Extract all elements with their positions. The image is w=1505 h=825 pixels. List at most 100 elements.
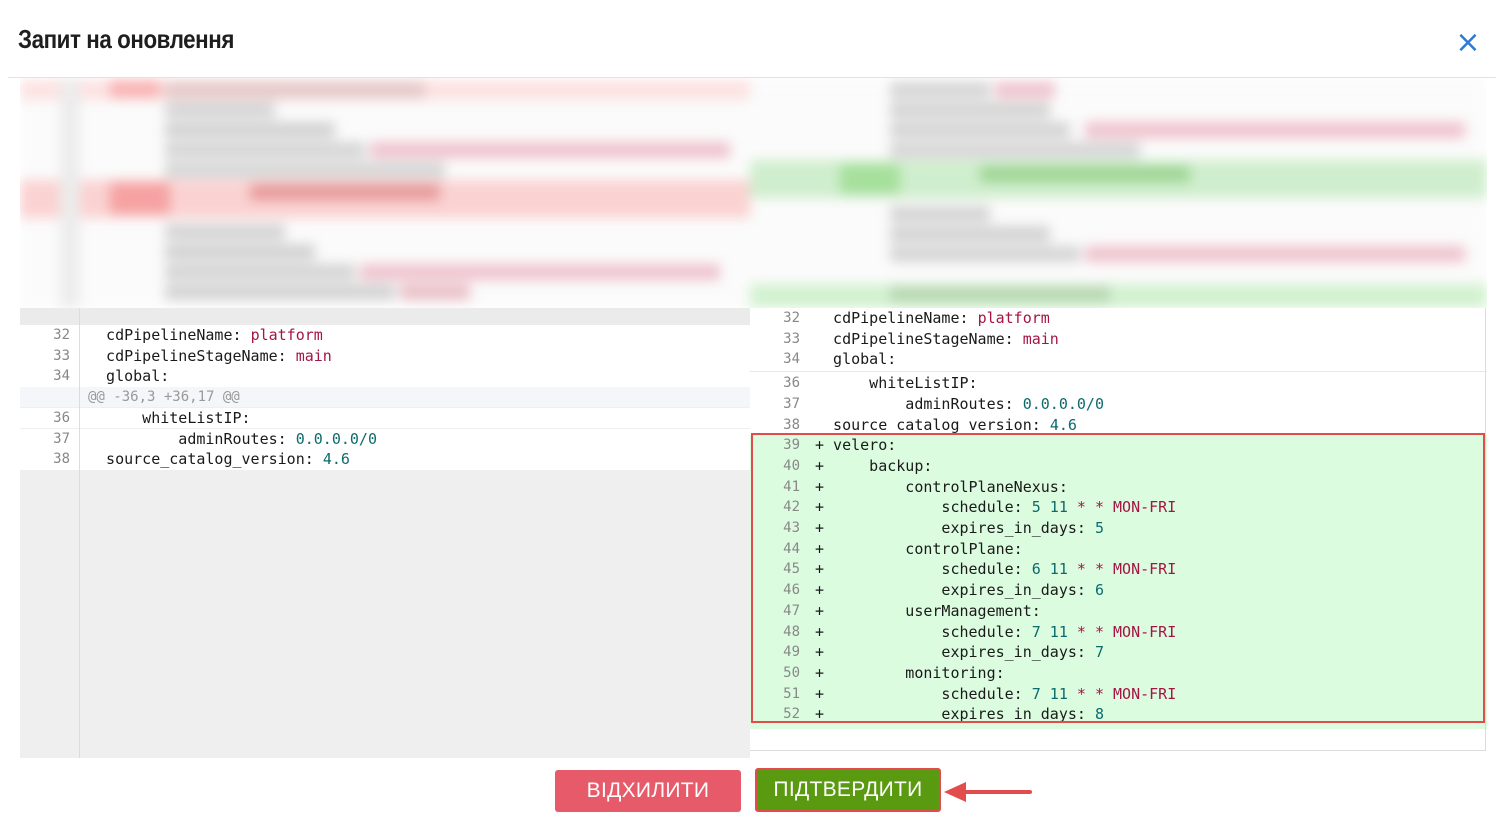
diff-line-added: 45 + schedule: 6 11 * * MON-FRI <box>750 559 1487 580</box>
code-text: + backup: <box>815 456 932 477</box>
diff-line-left: 32 cdPipelineName: platform <box>20 325 750 346</box>
diff-line-left: 34 global: <box>20 366 750 388</box>
line-number: 50 <box>783 664 800 681</box>
line-number: 37 <box>783 395 800 412</box>
code-text: + monitoring: <box>815 663 1005 684</box>
code-value: 6 <box>1094 581 1104 600</box>
code-value: 0.0.0.0/0 <box>1022 394 1104 413</box>
code-value: 7 <box>1094 643 1104 662</box>
code-text: + schedule: 7 11 * * MON-FRI <box>815 622 1176 643</box>
code-key: + monitoring: <box>815 663 1005 682</box>
code-text: whiteListIP: <box>815 373 978 394</box>
hunk-header: @@ -36,3 +36,17 @@ <box>20 387 750 408</box>
code-text: + velero: <box>815 435 896 456</box>
blurred-left-pane <box>20 78 750 308</box>
code-key: + expires_in_days: <box>815 643 1095 662</box>
code-key: cdPipelineName: <box>815 309 978 327</box>
code-value: * * <box>1067 560 1114 579</box>
code-value: 7 11 <box>1031 622 1068 641</box>
diff-line-added: 44 + controlPlane: <box>750 539 1487 560</box>
code-text: + expires_in_days: 5 <box>815 518 1104 539</box>
code-value: 7 11 <box>1031 684 1068 703</box>
diff-line-left: 36 whiteListIP: <box>20 407 750 429</box>
code-value: main <box>1022 329 1059 348</box>
code-value: 8 <box>1094 705 1104 724</box>
code-value: 5 <box>1094 519 1104 537</box>
code-key: adminRoutes: <box>88 429 296 448</box>
code-text: whiteListIP: <box>88 408 251 429</box>
code-key: + expires_in_days: <box>815 519 1095 537</box>
diff-line-added: 47 + userManagement: <box>750 601 1487 622</box>
code-key: + schedule: <box>815 622 1032 641</box>
code-text: + userManagement: <box>815 601 1041 622</box>
close-icon[interactable]: × <box>1453 28 1483 58</box>
diff-line-added: 50 + monitoring: <box>750 663 1487 684</box>
diff-line-added: 39 + velero: <box>750 435 1487 456</box>
code-text: + schedule: 7 11 * * MON-FRI <box>815 684 1176 705</box>
line-number: 47 <box>783 602 800 619</box>
code-text: + expires_in_days: 8 <box>815 704 1104 725</box>
diff-line-added: 41 + controlPlaneNexus: <box>750 477 1487 498</box>
code-text: + controlPlane: <box>815 539 1023 560</box>
code-text: global: <box>88 366 169 387</box>
code-key: cdPipelineStageName: <box>88 346 296 365</box>
code-key: global: <box>815 350 897 369</box>
code-value: * * <box>1067 684 1114 703</box>
code-value: 6 11 <box>1031 560 1068 579</box>
code-value: * * <box>1067 622 1114 641</box>
code-key: + expires_in_days: <box>815 705 1095 724</box>
line-number: 40 <box>783 457 800 474</box>
code-text: + schedule: 5 11 * * MON-FRI <box>815 497 1176 518</box>
code-key: source_catalog_version: <box>815 415 1050 434</box>
diff-line-added: 43 + expires_in_days: 5 <box>750 518 1487 539</box>
diff-line-right: 32 cdPipelineName: platform <box>750 308 1487 329</box>
left-gutter <box>20 308 80 758</box>
diff-line-right: 34 global: <box>750 349 1487 371</box>
code-text: + expires_in_days: 6 <box>815 580 1104 601</box>
line-number: 45 <box>783 561 800 578</box>
code-key: global: <box>88 367 170 386</box>
hunk-separator <box>750 371 1487 373</box>
line-number: 36 <box>783 375 800 392</box>
code-text: + controlPlaneNexus: <box>815 477 1068 498</box>
code-value: MON-FRI <box>1113 498 1177 517</box>
diff-line-added: 48 + schedule: 7 11 * * MON-FRI <box>750 622 1487 643</box>
line-number: 43 <box>783 520 800 536</box>
code-value: MON-FRI <box>1113 622 1177 641</box>
code-text: cdPipelineName: platform <box>88 325 323 346</box>
code-key: + expires_in_days: <box>815 581 1095 600</box>
line-number: 52 <box>783 706 800 723</box>
code-value: main <box>295 346 332 365</box>
code-key: + schedule: <box>815 498 1032 517</box>
code-text: cdPipelineName: platform <box>815 308 1050 329</box>
code-text: cdPipelineStageName: main <box>88 346 332 367</box>
code-text: + expires_in_days: 7 <box>815 642 1104 663</box>
code-value: platform <box>977 309 1050 327</box>
code-key: whiteListIP: <box>88 408 251 427</box>
code-text: adminRoutes: 0.0.0.0/0 <box>815 394 1104 415</box>
diff-viewer: 32 cdPipelineName: platform 33 cdPipeline… <box>20 78 1487 758</box>
diff-line-added: 46 + expires_in_days: 6 <box>750 580 1487 601</box>
diff-line-left: 33 cdPipelineStageName: main <box>20 345 750 367</box>
confirm-button[interactable]: ПІДТВЕРДИТИ <box>755 768 941 812</box>
modal-title: Запит на оновлення <box>18 24 234 54</box>
diff-line-added: 40 + backup: <box>750 456 1487 477</box>
line-number: 32 <box>783 310 800 326</box>
code-text: cdPipelineStageName: main <box>815 329 1059 350</box>
code-text: + schedule: 6 11 * * MON-FRI <box>815 559 1176 580</box>
reject-button[interactable]: ВІДХИЛИТИ <box>555 770 741 812</box>
code-key: adminRoutes: <box>815 394 1023 413</box>
left-pane-spacer <box>20 308 750 325</box>
diff-line-left: 38 source_catalog_version: 4.6 <box>20 449 750 470</box>
update-request-modal: Запит на оновлення × 32 cdPipelineName: … <box>0 0 1505 825</box>
line-number: 44 <box>783 540 800 557</box>
code-key: whiteListIP: <box>815 374 978 393</box>
code-key: + schedule: <box>815 684 1032 703</box>
diff-line-added: 49 + expires_in_days: 7 <box>750 642 1487 663</box>
line-number: 48 <box>783 623 800 640</box>
diff-line-left: 37 adminRoutes: 0.0.0.0/0 <box>20 428 750 450</box>
code-key: cdPipelineStageName: <box>815 329 1023 348</box>
code-value: platform <box>250 326 323 344</box>
code-key: + schedule: <box>815 560 1032 579</box>
code-value: 0.0.0.0/0 <box>295 429 377 448</box>
